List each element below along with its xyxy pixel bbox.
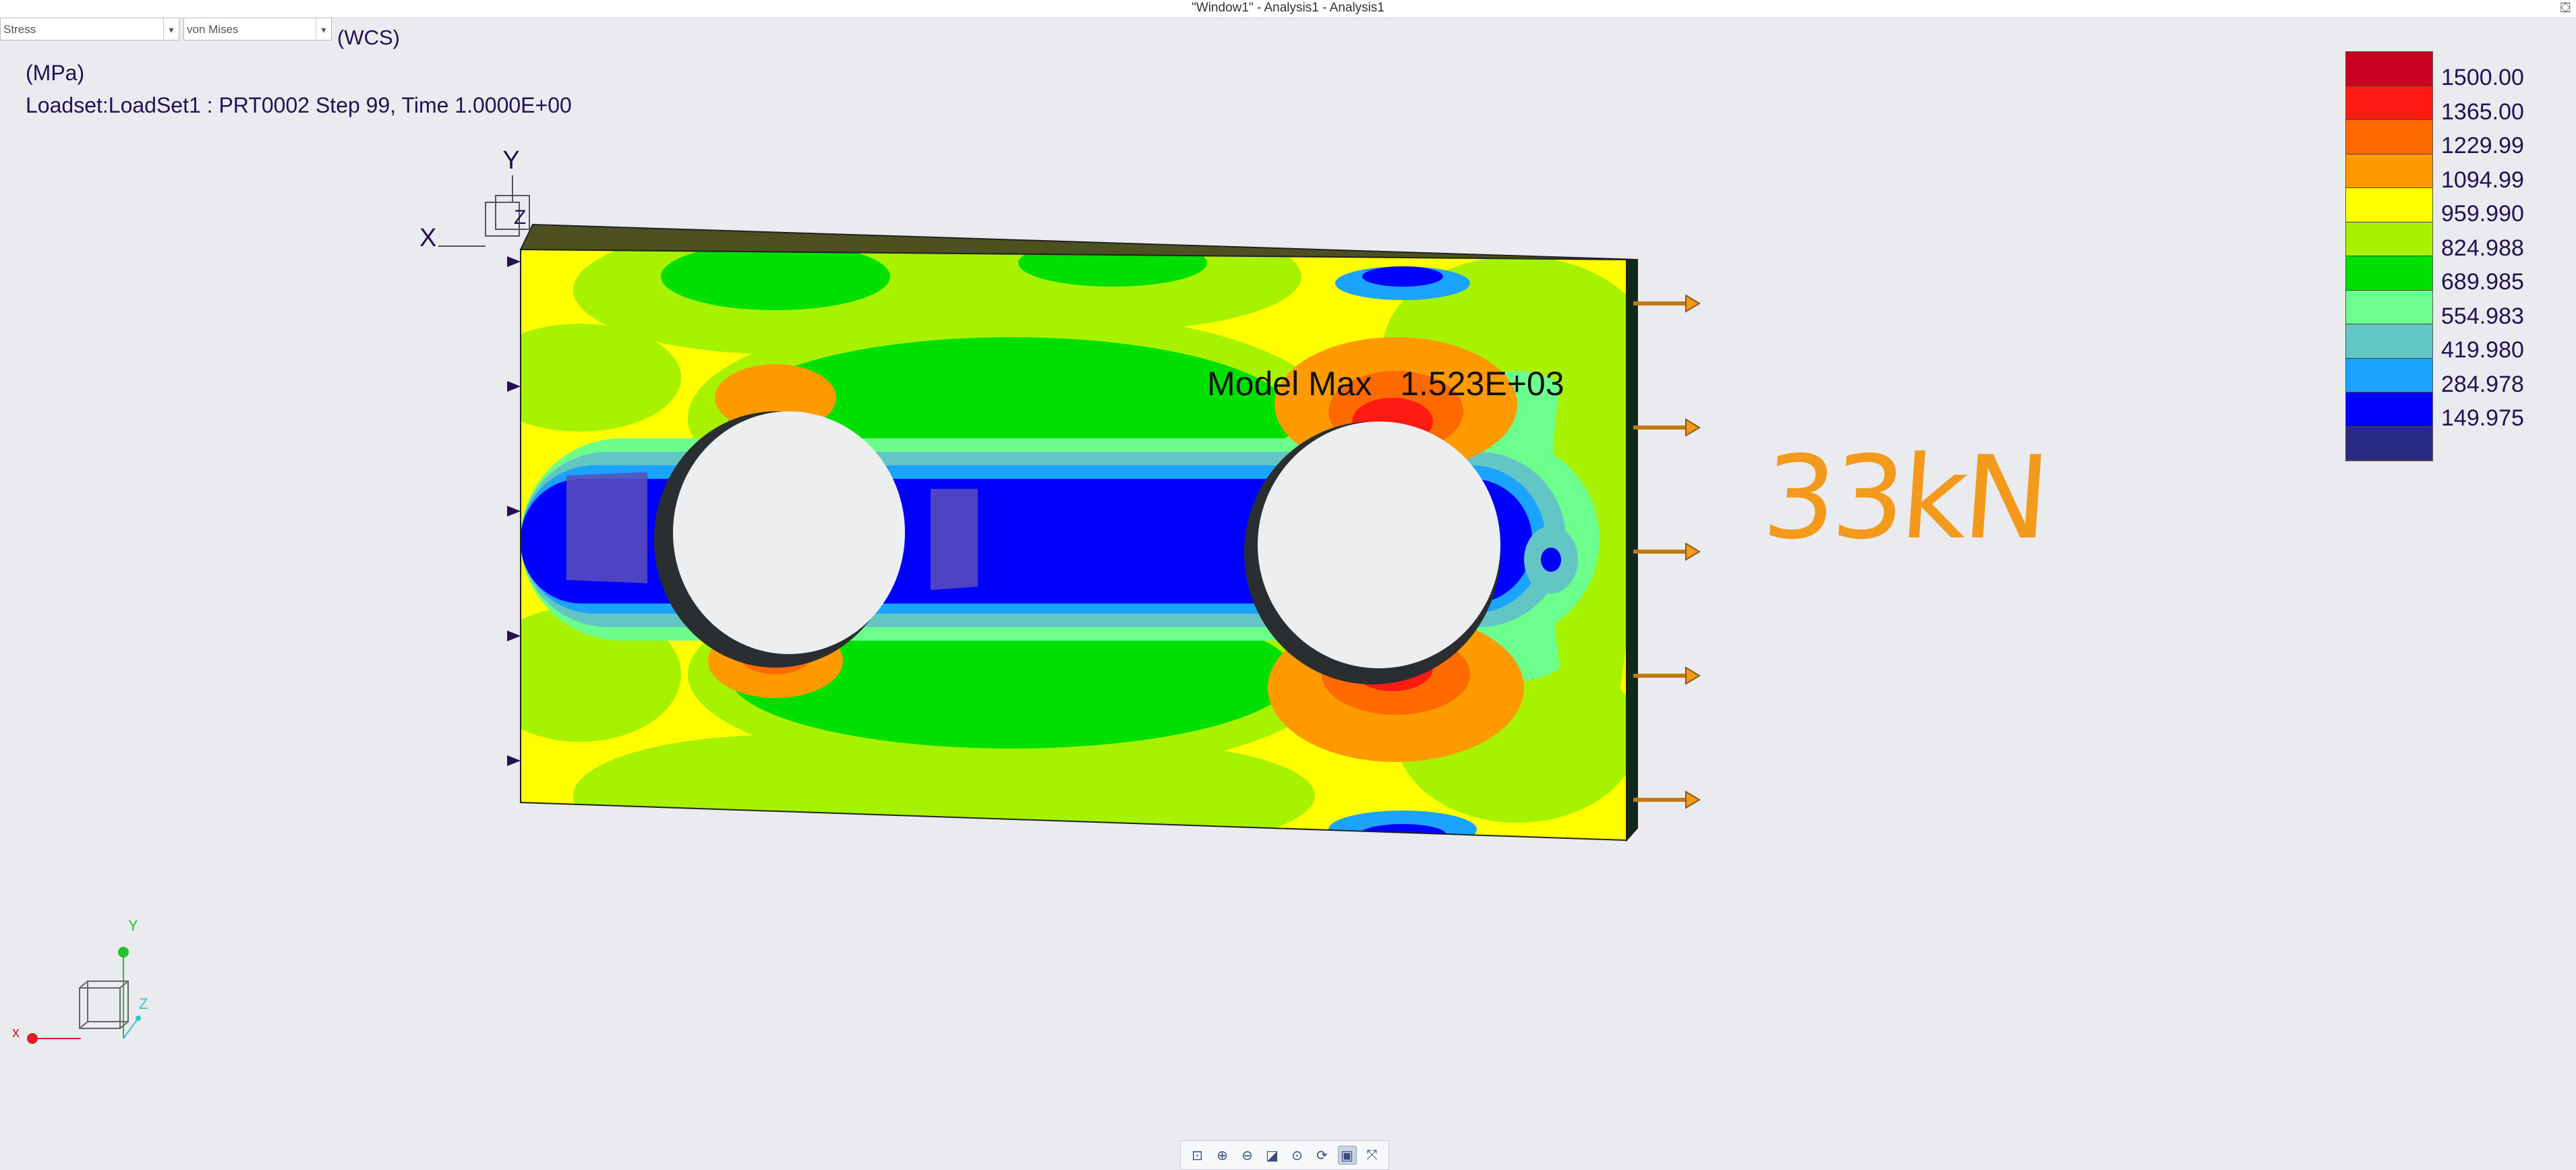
hole-right: [1244, 421, 1500, 684]
legend-swatch: [2346, 120, 2432, 154]
legend-value: 824.988: [2441, 235, 2524, 261]
color-legend: [2345, 51, 2433, 461]
spin-icon[interactable]: ⟳: [1313, 1146, 1332, 1165]
zoom-window-icon[interactable]: ◪: [1263, 1146, 1282, 1165]
zoom-fit-icon[interactable]: ⊡: [1188, 1146, 1207, 1165]
model-x-axis-label: X: [419, 224, 436, 252]
legend-swatch: [2346, 222, 2432, 256]
legend-value: 419.980: [2441, 337, 2524, 363]
triad-y-label: Y: [128, 917, 138, 934]
legend-value: 1500.00: [2441, 65, 2524, 90]
model-z-axis-label: Z: [514, 206, 526, 229]
model-max-callout: Model Max 1.523E+03: [1207, 364, 1564, 403]
legend-swatch: [2346, 154, 2432, 188]
model-max-label: Model Max: [1207, 365, 1372, 403]
legend-swatch: [2346, 86, 2432, 120]
legend-value: 1229.99: [2441, 133, 2524, 158]
model-viewport[interactable]: Y X Z x Y Z: [0, 0, 2576, 1170]
load-annotation: 33kN: [1759, 432, 2050, 565]
legend-value: 554.983: [2441, 303, 2524, 329]
triad-x-label: x: [12, 1024, 20, 1041]
refit-icon[interactable]: ⊙: [1288, 1146, 1307, 1165]
legend-value: 1365.00: [2441, 98, 2524, 125]
zoom-out-icon[interactable]: ⊖: [1238, 1146, 1257, 1165]
constraint-markers: [507, 256, 521, 766]
orient-icon[interactable]: ⤧: [1363, 1146, 1382, 1165]
model-max-value: 1.523E+03: [1400, 365, 1564, 403]
zoom-in-icon[interactable]: ⊕: [1213, 1146, 1232, 1165]
legend-swatch: [2346, 426, 2432, 461]
legend-value: 149.975: [2441, 405, 2524, 431]
legend-swatch: [2346, 290, 2432, 324]
load-arrows: [1633, 294, 1701, 809]
legend-value: 959.990: [2441, 201, 2524, 227]
legend-swatch: [2346, 188, 2432, 223]
legend-value: 689.985: [2441, 269, 2524, 295]
orientation-triad: [27, 947, 141, 1044]
legend-swatch: [2346, 256, 2432, 291]
view-toolbar: ⊡ ⊕ ⊖ ◪ ⊙ ⟳ ▣ ⤧: [1180, 1140, 1389, 1170]
model-y-axis-label: Y: [502, 146, 519, 175]
legend-swatch: [2346, 358, 2432, 392]
legend-value: 1094.99: [2441, 167, 2524, 193]
legend-swatch: [2346, 324, 2432, 359]
triad-z-label: Z: [139, 995, 148, 1012]
legend-swatch: [2346, 392, 2432, 427]
legend-swatch: [2346, 52, 2432, 86]
legend-value: 284.978: [2441, 371, 2524, 397]
view-select-icon[interactable]: ▣: [1337, 1146, 1357, 1165]
